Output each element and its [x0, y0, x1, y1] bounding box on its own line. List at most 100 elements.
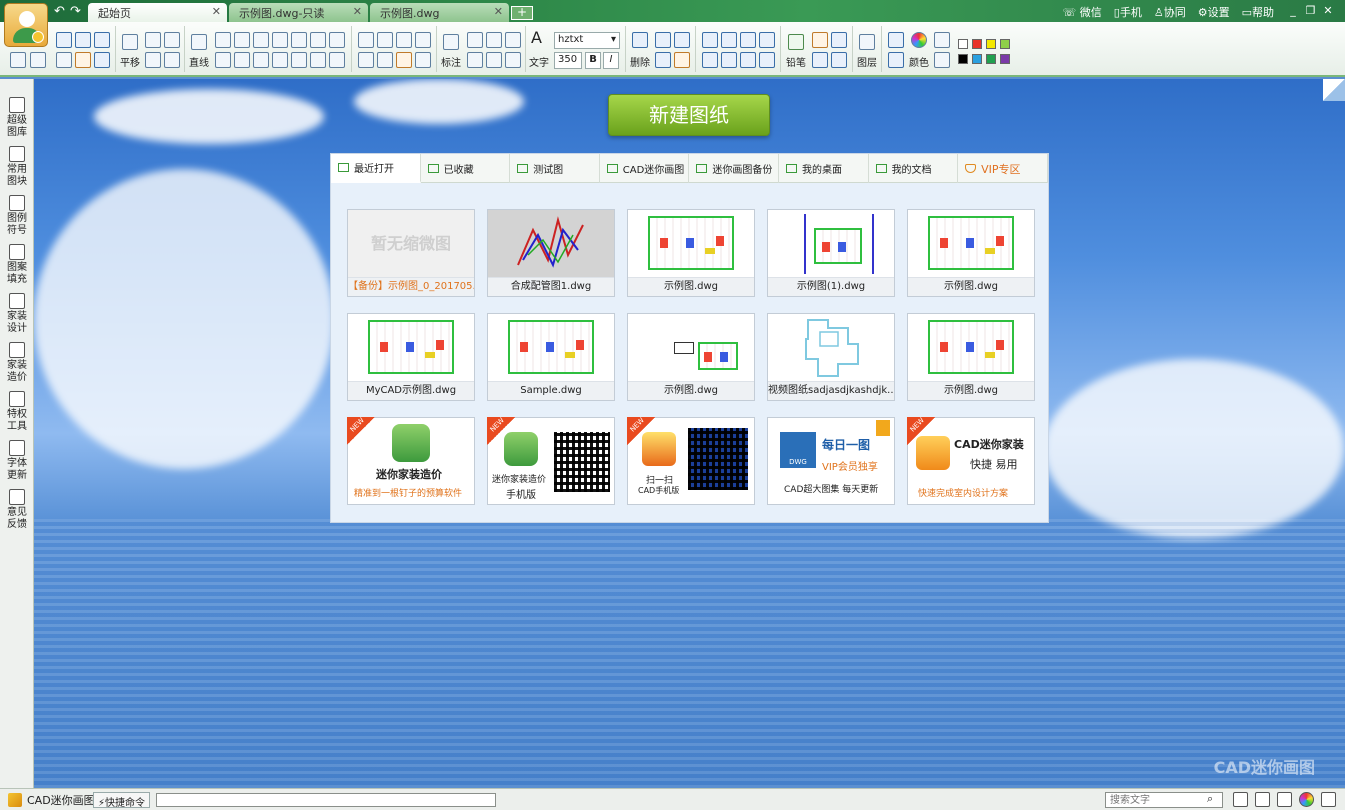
blank-page-icon[interactable]: [30, 52, 46, 68]
spline-icon[interactable]: [272, 52, 288, 68]
eraser-icon[interactable]: [674, 52, 690, 68]
zoom-extents-icon[interactable]: [164, 52, 180, 68]
edit-icon[interactable]: [655, 32, 671, 48]
search-text-input[interactable]: [1105, 792, 1223, 808]
continue-dim-icon[interactable]: [505, 32, 521, 48]
recent-file-tile[interactable]: Sample.dwg: [487, 313, 615, 401]
pentagon-icon[interactable]: [234, 52, 250, 68]
new-drawing-button[interactable]: 新建图纸: [608, 94, 770, 136]
picture-icon[interactable]: [812, 52, 828, 68]
recent-file-tile[interactable]: 示例图.dwg: [627, 209, 755, 297]
print-style-icon[interactable]: [934, 52, 950, 68]
collab-link[interactable]: ♙协同: [1154, 4, 1186, 20]
match-properties-icon[interactable]: [831, 52, 847, 68]
measure-icon[interactable]: [812, 32, 828, 48]
text-style-icon[interactable]: [1277, 792, 1292, 807]
color-swatch-black[interactable]: [958, 54, 968, 64]
print-icon[interactable]: [56, 52, 72, 68]
copy-icon[interactable]: [655, 52, 671, 68]
settings-link[interactable]: ⚙设置: [1198, 4, 1230, 20]
sidebar-item-home-design[interactable]: 家装 设计: [2, 293, 32, 335]
close-icon[interactable]: ✕: [212, 5, 221, 18]
area-icon[interactable]: [831, 32, 847, 48]
triangle-icon[interactable]: [215, 52, 231, 68]
tab-readonly-drawing[interactable]: 示例图.dwg-只读 ✕: [229, 3, 368, 22]
diameter-dim-icon[interactable]: [486, 52, 502, 68]
text-size-select[interactable]: 350: [554, 52, 582, 69]
tab-favorites[interactable]: 已收藏: [421, 154, 511, 183]
aligned-dim-icon[interactable]: [467, 32, 483, 48]
sidebar-item-super-library[interactable]: 超级 图库: [2, 97, 32, 139]
redo-icon[interactable]: ↷: [70, 4, 81, 19]
page-setup-icon[interactable]: [1233, 792, 1248, 807]
tab-test-drawings[interactable]: 测试图: [510, 154, 600, 183]
recent-file-tile[interactable]: 示例图.dwg: [907, 313, 1035, 401]
layer-icon[interactable]: [859, 34, 875, 50]
promo-tile-cad-mobile[interactable]: NEW 扫一扫 CAD手机版: [627, 416, 755, 505]
color-swatch-white[interactable]: [958, 39, 968, 49]
sidebar-item-feedback[interactable]: 意见 反馈: [2, 489, 32, 531]
settings-icon[interactable]: [1321, 792, 1336, 807]
insert-block-icon[interactable]: [415, 52, 431, 68]
image-export-icon[interactable]: [94, 52, 110, 68]
ellipse-icon[interactable]: [329, 32, 345, 48]
maximize-button[interactable]: ❐: [1304, 4, 1318, 17]
corner-flag-icon[interactable]: [1323, 79, 1345, 101]
zoom-out-icon[interactable]: [164, 32, 180, 48]
color-swatch-blue[interactable]: [972, 54, 982, 64]
recent-file-tile[interactable]: 示例图.dwg: [907, 209, 1035, 297]
promo-tile-daily-drawing[interactable]: DWG 每日一图 VIP会员独享 CAD超大图集 每天更新: [767, 417, 895, 505]
minimize-button[interactable]: _: [1286, 4, 1300, 17]
recent-file-tile[interactable]: 示例图(1).dwg: [767, 209, 895, 297]
zoom-in-icon[interactable]: [145, 32, 161, 48]
color-swatch-green[interactable]: [1000, 39, 1010, 49]
radius-dim-icon[interactable]: [467, 52, 483, 68]
sidebar-item-vip-tools[interactable]: 特权 工具: [2, 391, 32, 433]
hand-pan-icon[interactable]: [122, 34, 138, 50]
promo-tile-home-cost-mobile[interactable]: NEW 迷你家装造价 手机版: [487, 416, 615, 505]
tab-backup[interactable]: 迷你画图备份: [689, 154, 779, 183]
sidebar-item-common-blocks[interactable]: 常用 图块: [2, 146, 32, 188]
text-tool-icon[interactable]: A: [531, 28, 542, 47]
pencil-icon[interactable]: [788, 34, 804, 50]
save-as-icon[interactable]: [94, 32, 110, 48]
trim-icon[interactable]: [721, 52, 737, 68]
sidebar-item-legend-symbols[interactable]: 图例 符号: [2, 195, 32, 237]
save-icon[interactable]: [75, 32, 91, 48]
ray-icon[interactable]: [310, 52, 326, 68]
leader-icon[interactable]: [505, 52, 521, 68]
recent-file-tile[interactable]: 暂无缩微图 【备份】示例图_0_201705...: [347, 209, 475, 297]
color-wheel-icon[interactable]: [911, 32, 927, 48]
array-icon[interactable]: [759, 52, 775, 68]
crosshair-icon[interactable]: [1255, 792, 1270, 807]
dimension-icon[interactable]: [443, 34, 459, 50]
tab-vip[interactable]: VIP专区: [958, 154, 1048, 183]
revision-cloud-icon[interactable]: [415, 32, 431, 48]
close-button[interactable]: ✕: [1321, 4, 1335, 17]
color-swatch-yellow[interactable]: [986, 39, 996, 49]
tab-documents[interactable]: 我的文档: [869, 154, 959, 183]
wechat-link[interactable]: ☏ 微信: [1063, 4, 1102, 20]
tab-desktop[interactable]: 我的桌面: [779, 154, 869, 183]
dash-dot-line-icon[interactable]: [377, 32, 393, 48]
dash-line-icon[interactable]: [358, 32, 374, 48]
undo-icon[interactable]: ↶: [54, 4, 65, 19]
offset-icon[interactable]: [759, 32, 775, 48]
rounded-rect-icon[interactable]: [396, 32, 412, 48]
double-line-icon[interactable]: [253, 32, 269, 48]
tab-cad-mini[interactable]: CAD迷你画图: [600, 154, 690, 183]
italic-button[interactable]: I: [603, 52, 619, 69]
tab-start-page[interactable]: 起始页 ✕: [88, 3, 227, 22]
polygon-icon[interactable]: [377, 52, 393, 68]
color-swatch-dark-green[interactable]: [986, 54, 996, 64]
line-weight-icon[interactable]: [888, 32, 904, 48]
trapezoid-icon[interactable]: [291, 52, 307, 68]
construction-line-icon[interactable]: [329, 52, 345, 68]
rotate-icon[interactable]: [740, 32, 756, 48]
zoom-window-icon[interactable]: [145, 52, 161, 68]
help-link[interactable]: ▭帮助: [1242, 4, 1274, 20]
color-swatch-red[interactable]: [972, 39, 982, 49]
color-swatch-purple[interactable]: [1000, 54, 1010, 64]
line-icon[interactable]: [191, 34, 207, 50]
close-icon[interactable]: ✕: [353, 5, 362, 18]
